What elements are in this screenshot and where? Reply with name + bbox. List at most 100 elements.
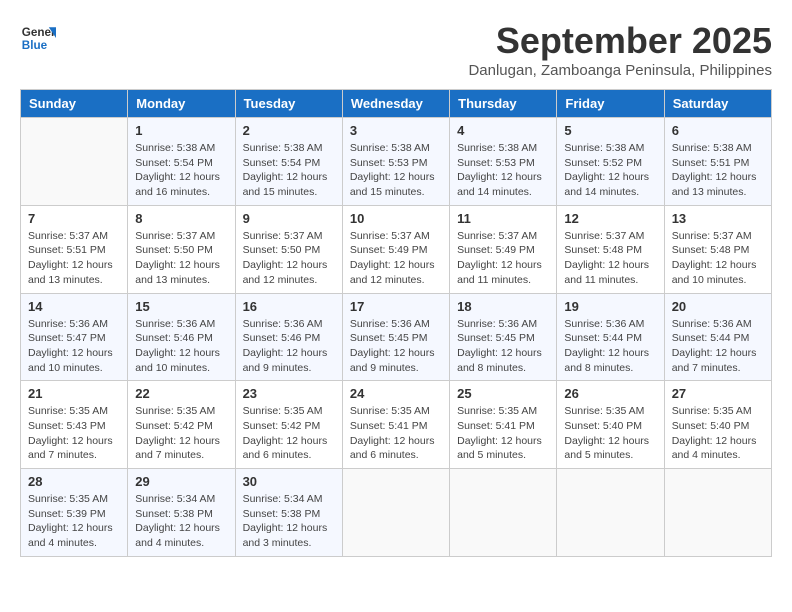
- calendar-cell: 13 Sunrise: 5:37 AM Sunset: 5:48 PM Dayli…: [664, 205, 771, 293]
- cell-content: Sunrise: 5:36 AM Sunset: 5:45 PM Dayligh…: [350, 317, 442, 376]
- day-number: 13: [672, 211, 764, 226]
- day-number: 8: [135, 211, 227, 226]
- day-number: 1: [135, 123, 227, 138]
- cell-content: Sunrise: 5:36 AM Sunset: 5:44 PM Dayligh…: [672, 317, 764, 376]
- day-number: 11: [457, 211, 549, 226]
- calendar-cell: 22 Sunrise: 5:35 AM Sunset: 5:42 PM Dayli…: [128, 381, 235, 469]
- day-number: 19: [564, 299, 656, 314]
- day-number: 30: [243, 474, 335, 489]
- calendar-cell: 1 Sunrise: 5:38 AM Sunset: 5:54 PM Daylig…: [128, 118, 235, 206]
- calendar-cell: 30 Sunrise: 5:34 AM Sunset: 5:38 PM Dayli…: [235, 469, 342, 557]
- cell-content: Sunrise: 5:35 AM Sunset: 5:39 PM Dayligh…: [28, 492, 120, 551]
- cell-content: Sunrise: 5:38 AM Sunset: 5:54 PM Dayligh…: [135, 141, 227, 200]
- cell-content: Sunrise: 5:35 AM Sunset: 5:42 PM Dayligh…: [243, 404, 335, 463]
- day-number: 26: [564, 386, 656, 401]
- day-number: 2: [243, 123, 335, 138]
- calendar-cell: 3Sunrise: 5:38 AM Sunset: 5:53 PM Daylig…: [342, 118, 449, 206]
- cell-content: Sunrise: 5:35 AM Sunset: 5:42 PM Dayligh…: [135, 404, 227, 463]
- cell-content: Sunrise: 5:35 AM Sunset: 5:43 PM Dayligh…: [28, 404, 120, 463]
- month-title: September 2025: [468, 20, 772, 62]
- day-number: 28: [28, 474, 120, 489]
- cell-content: Sunrise: 5:36 AM Sunset: 5:46 PM Dayligh…: [135, 317, 227, 376]
- day-number: 25: [457, 386, 549, 401]
- calendar-cell: 6Sunrise: 5:38 AM Sunset: 5:51 PM Daylig…: [664, 118, 771, 206]
- day-number: 29: [135, 474, 227, 489]
- cell-content: Sunrise: 5:34 AM Sunset: 5:38 PM Dayligh…: [243, 492, 335, 551]
- calendar-cell: 28 Sunrise: 5:35 AM Sunset: 5:39 PM Dayli…: [21, 469, 128, 557]
- day-number: 21: [28, 386, 120, 401]
- cell-content: Sunrise: 5:36 AM Sunset: 5:46 PM Dayligh…: [243, 317, 335, 376]
- calendar-cell: [664, 469, 771, 557]
- day-number: 27: [672, 386, 764, 401]
- cell-content: Sunrise: 5:37 AM Sunset: 5:50 PM Dayligh…: [135, 229, 227, 288]
- calendar-cell: 24 Sunrise: 5:35 AM Sunset: 5:41 PM Dayli…: [342, 381, 449, 469]
- calendar-day-header: Thursday: [450, 90, 557, 118]
- calendar-cell: 18Sunrise: 5:36 AM Sunset: 5:45 PM Dayli…: [450, 293, 557, 381]
- calendar-cell: 27Sunrise: 5:35 AM Sunset: 5:40 PM Dayli…: [664, 381, 771, 469]
- cell-content: Sunrise: 5:35 AM Sunset: 5:41 PM Dayligh…: [350, 404, 442, 463]
- calendar-cell: 4Sunrise: 5:38 AM Sunset: 5:53 PM Daylig…: [450, 118, 557, 206]
- cell-content: Sunrise: 5:38 AM Sunset: 5:54 PM Dayligh…: [243, 141, 335, 200]
- svg-text:Blue: Blue: [22, 39, 48, 52]
- day-number: 6: [672, 123, 764, 138]
- calendar-day-header: Friday: [557, 90, 664, 118]
- cell-content: Sunrise: 5:37 AM Sunset: 5:51 PM Dayligh…: [28, 229, 120, 288]
- cell-content: Sunrise: 5:37 AM Sunset: 5:49 PM Dayligh…: [457, 229, 549, 288]
- calendar-cell: 23Sunrise: 5:35 AM Sunset: 5:42 PM Dayli…: [235, 381, 342, 469]
- cell-content: Sunrise: 5:36 AM Sunset: 5:44 PM Dayligh…: [564, 317, 656, 376]
- day-number: 15: [135, 299, 227, 314]
- page-header: General Blue September 2025 Danlugan, Za…: [20, 20, 772, 79]
- cell-content: Sunrise: 5:38 AM Sunset: 5:53 PM Dayligh…: [457, 141, 549, 200]
- cell-content: Sunrise: 5:37 AM Sunset: 5:49 PM Dayligh…: [350, 229, 442, 288]
- calendar-week-row: 7Sunrise: 5:37 AM Sunset: 5:51 PM Daylig…: [21, 205, 772, 293]
- calendar-cell: 12 Sunrise: 5:37 AM Sunset: 5:48 PM Dayli…: [557, 205, 664, 293]
- calendar-cell: 9Sunrise: 5:37 AM Sunset: 5:50 PM Daylig…: [235, 205, 342, 293]
- calendar-cell: [342, 469, 449, 557]
- calendar-cell: 26 Sunrise: 5:35 AM Sunset: 5:40 PM Dayli…: [557, 381, 664, 469]
- calendar-header-row: SundayMondayTuesdayWednesdayThursdayFrid…: [21, 90, 772, 118]
- calendar-day-header: Monday: [128, 90, 235, 118]
- cell-content: Sunrise: 5:35 AM Sunset: 5:41 PM Dayligh…: [457, 404, 549, 463]
- cell-content: Sunrise: 5:37 AM Sunset: 5:48 PM Dayligh…: [672, 229, 764, 288]
- calendar-cell: 29 Sunrise: 5:34 AM Sunset: 5:38 PM Dayli…: [128, 469, 235, 557]
- calendar-week-row: 1 Sunrise: 5:38 AM Sunset: 5:54 PM Daylig…: [21, 118, 772, 206]
- calendar-cell: 15 Sunrise: 5:36 AM Sunset: 5:46 PM Dayli…: [128, 293, 235, 381]
- cell-content: Sunrise: 5:37 AM Sunset: 5:48 PM Dayligh…: [564, 229, 656, 288]
- day-number: 10: [350, 211, 442, 226]
- calendar-day-header: Tuesday: [235, 90, 342, 118]
- day-number: 14: [28, 299, 120, 314]
- calendar-cell: [21, 118, 128, 206]
- calendar-day-header: Saturday: [664, 90, 771, 118]
- day-number: 12: [564, 211, 656, 226]
- calendar-day-header: Wednesday: [342, 90, 449, 118]
- day-number: 18: [457, 299, 549, 314]
- day-number: 20: [672, 299, 764, 314]
- cell-content: Sunrise: 5:36 AM Sunset: 5:47 PM Dayligh…: [28, 317, 120, 376]
- cell-content: Sunrise: 5:35 AM Sunset: 5:40 PM Dayligh…: [564, 404, 656, 463]
- day-number: 16: [243, 299, 335, 314]
- title-area: September 2025 Danlugan, Zamboanga Penin…: [468, 20, 772, 79]
- calendar-cell: 5Sunrise: 5:38 AM Sunset: 5:52 PM Daylig…: [557, 118, 664, 206]
- calendar-cell: 17Sunrise: 5:36 AM Sunset: 5:45 PM Dayli…: [342, 293, 449, 381]
- day-number: 9: [243, 211, 335, 226]
- calendar-cell: 2 Sunrise: 5:38 AM Sunset: 5:54 PM Daylig…: [235, 118, 342, 206]
- calendar-week-row: 14 Sunrise: 5:36 AM Sunset: 5:47 PM Dayli…: [21, 293, 772, 381]
- cell-content: Sunrise: 5:38 AM Sunset: 5:53 PM Dayligh…: [350, 141, 442, 200]
- day-number: 24: [350, 386, 442, 401]
- calendar-cell: 10 Sunrise: 5:37 AM Sunset: 5:49 PM Dayli…: [342, 205, 449, 293]
- calendar-cell: 14 Sunrise: 5:36 AM Sunset: 5:47 PM Dayli…: [21, 293, 128, 381]
- calendar-cell: 25 Sunrise: 5:35 AM Sunset: 5:41 PM Dayli…: [450, 381, 557, 469]
- cell-content: Sunrise: 5:34 AM Sunset: 5:38 PM Dayligh…: [135, 492, 227, 551]
- calendar-cell: 16 Sunrise: 5:36 AM Sunset: 5:46 PM Dayli…: [235, 293, 342, 381]
- calendar-cell: 7Sunrise: 5:37 AM Sunset: 5:51 PM Daylig…: [21, 205, 128, 293]
- calendar-cell: [557, 469, 664, 557]
- calendar-week-row: 28 Sunrise: 5:35 AM Sunset: 5:39 PM Dayli…: [21, 469, 772, 557]
- calendar-body: 1 Sunrise: 5:38 AM Sunset: 5:54 PM Daylig…: [21, 118, 772, 557]
- calendar-week-row: 21 Sunrise: 5:35 AM Sunset: 5:43 PM Dayli…: [21, 381, 772, 469]
- calendar-table: SundayMondayTuesdayWednesdayThursdayFrid…: [20, 89, 772, 557]
- calendar-cell: 21 Sunrise: 5:35 AM Sunset: 5:43 PM Dayli…: [21, 381, 128, 469]
- calendar-cell: 11 Sunrise: 5:37 AM Sunset: 5:49 PM Dayli…: [450, 205, 557, 293]
- calendar-cell: 8 Sunrise: 5:37 AM Sunset: 5:50 PM Daylig…: [128, 205, 235, 293]
- calendar-cell: [450, 469, 557, 557]
- day-number: 22: [135, 386, 227, 401]
